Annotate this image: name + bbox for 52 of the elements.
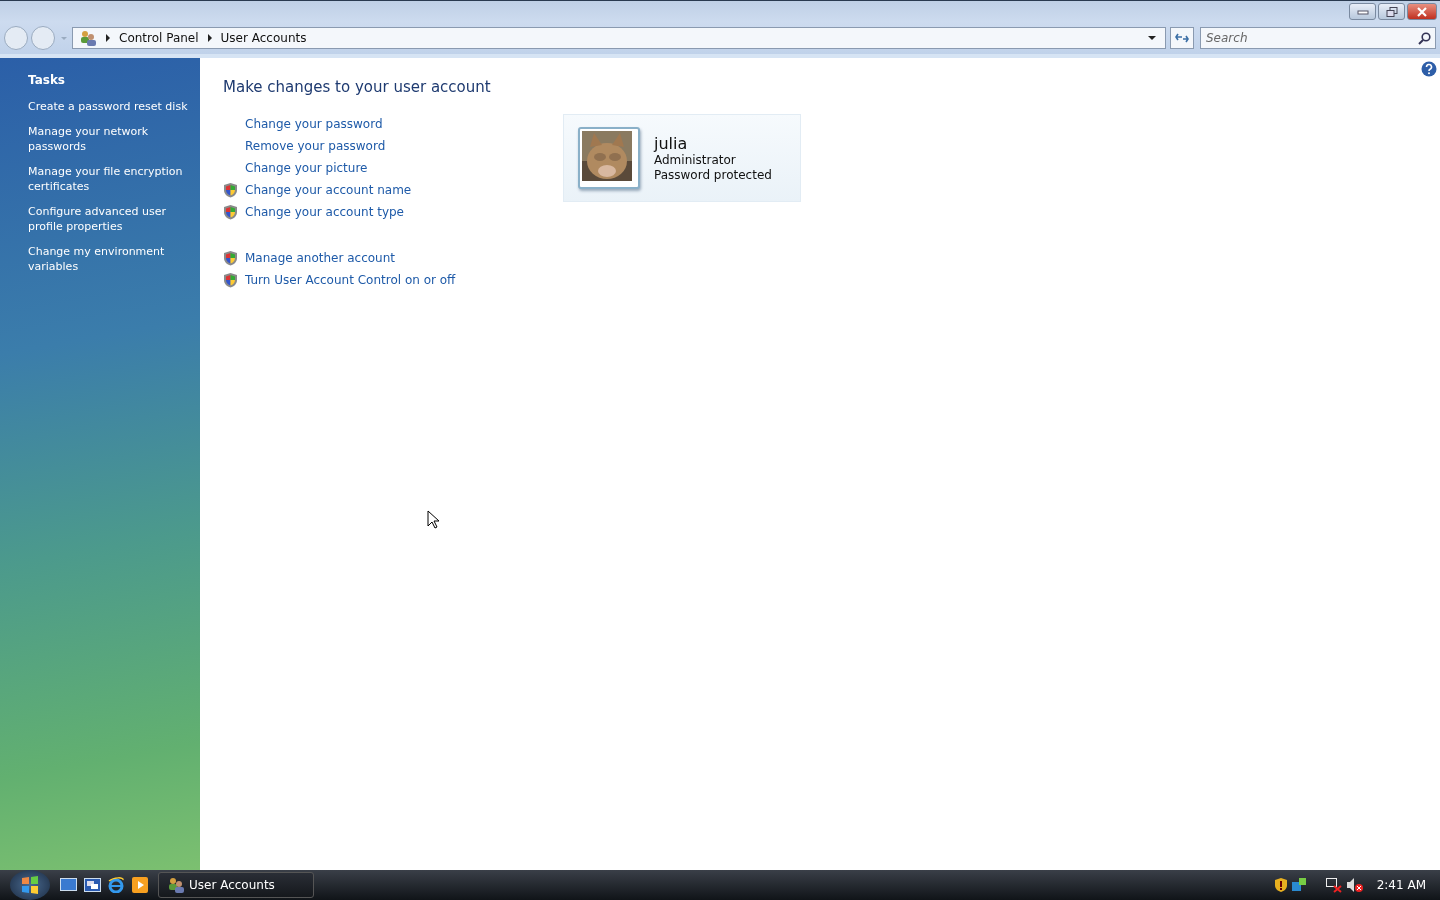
- task-link[interactable]: Change your account type: [245, 205, 404, 219]
- user-name: julia: [654, 133, 689, 153]
- address-bar[interactable]: Control Panel User Accounts: [72, 27, 1166, 49]
- chevron-icon: [105, 34, 111, 42]
- security-shield-icon[interactable]: [1273, 877, 1288, 893]
- dropdown-icon[interactable]: [1147, 35, 1157, 41]
- start-button[interactable]: [10, 870, 50, 900]
- refresh-icon: [1175, 32, 1189, 44]
- task-link[interactable]: Change your picture: [245, 161, 368, 175]
- close-button[interactable]: [1407, 3, 1437, 20]
- page-title: Make changes to your user account: [223, 78, 492, 96]
- task-link[interactable]: Turn User Account Control on or off: [245, 273, 456, 287]
- sidebar-link[interactable]: Create a password reset disk: [28, 99, 196, 114]
- clock[interactable]: 2:41 AM: [1376, 878, 1426, 892]
- search-icon: [1418, 32, 1431, 45]
- taskbar-button[interactable]: User Accounts: [158, 872, 314, 898]
- windows-icon[interactable]: [84, 878, 101, 892]
- speaker-muted-icon[interactable]: [1345, 877, 1364, 893]
- sidebar-link[interactable]: Manage your network passwords: [28, 124, 196, 154]
- users-icon: [79, 30, 97, 46]
- close-icon: [1416, 6, 1428, 17]
- task-link[interactable]: Change your account name: [245, 183, 412, 197]
- sidebar-link[interactable]: Manage your file encryption certificates: [28, 164, 196, 194]
- mouse-pointer-icon: [427, 510, 441, 530]
- breadcrumb[interactable]: Control Panel: [119, 31, 199, 45]
- network-icon[interactable]: [1290, 877, 1307, 893]
- desktop-icon[interactable]: [60, 878, 77, 892]
- sidebar-link[interactable]: Change my environment variables: [28, 244, 196, 274]
- windows-logo-icon: [20, 875, 40, 895]
- restore-button[interactable]: [1378, 3, 1405, 20]
- task-link[interactable]: Remove your password: [245, 139, 386, 153]
- password-status: Password protected: [654, 167, 772, 183]
- browser-icon[interactable]: [108, 877, 125, 893]
- restore-icon: [1385, 6, 1398, 17]
- search-field[interactable]: Search: [1200, 27, 1436, 49]
- network-disconnected-icon[interactable]: [1324, 877, 1343, 893]
- task-link[interactable]: Change your password: [245, 117, 383, 131]
- shield-icon: [223, 204, 238, 220]
- media-player-icon[interactable]: [132, 877, 148, 893]
- sidebar-link[interactable]: Configure advanced user profile properties: [28, 204, 196, 234]
- task-link[interactable]: Manage another account: [245, 251, 396, 265]
- sidebar-heading: Tasks: [28, 73, 66, 87]
- shield-icon: [223, 182, 238, 198]
- account-type: Administrator: [654, 152, 737, 168]
- refresh-button[interactable]: [1170, 27, 1194, 49]
- shield-icon: [223, 250, 238, 266]
- users-icon: [167, 877, 184, 893]
- minimize-icon: [1356, 8, 1369, 15]
- help-icon[interactable]: [1421, 61, 1437, 77]
- breadcrumb[interactable]: User Accounts: [220, 31, 307, 45]
- chevron-icon: [206, 34, 213, 42]
- shield-icon: [223, 272, 238, 288]
